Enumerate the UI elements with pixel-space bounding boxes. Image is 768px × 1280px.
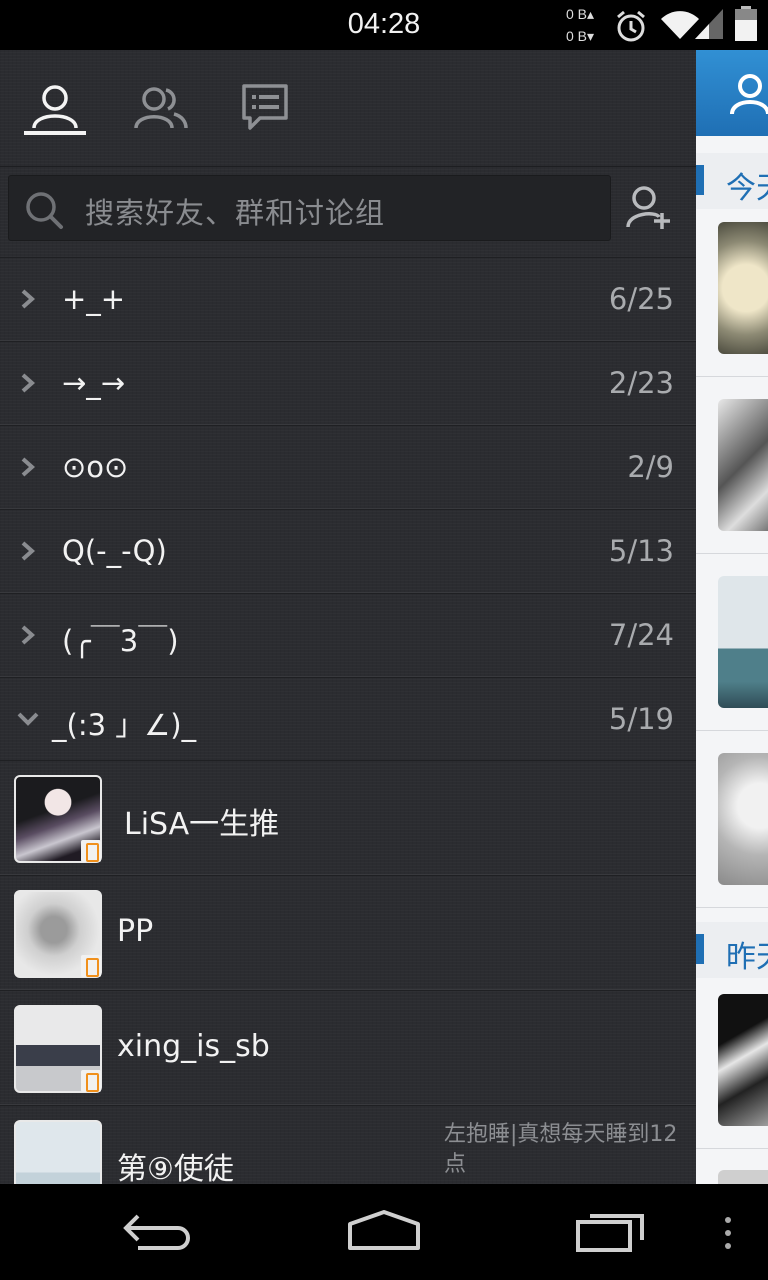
chevron-right-icon bbox=[21, 457, 36, 477]
section-label: 今天 bbox=[726, 171, 768, 206]
contact-row[interactable]: 第⑨使徒 左抱睡|真想每天睡到12点 bbox=[0, 1105, 696, 1184]
contact-row[interactable]: LiSA一生推 bbox=[0, 760, 696, 875]
group-row[interactable]: ⊙o⊙ 2/9 bbox=[0, 425, 696, 509]
mobile-device-icon bbox=[81, 1070, 101, 1092]
group-row-expanded[interactable]: _(:3 」∠)_ 5/19 bbox=[0, 677, 696, 761]
search-input[interactable]: 搜索好友、群和讨论组 bbox=[8, 175, 611, 241]
contact-name: 第⑨使徒 bbox=[117, 1152, 234, 1184]
overflow-menu-icon[interactable] bbox=[720, 1216, 736, 1252]
group-name: ⊙o⊙ bbox=[62, 450, 129, 484]
tab-discussions[interactable] bbox=[234, 82, 296, 134]
person-icon bbox=[32, 85, 78, 129]
add-friend-icon[interactable] bbox=[626, 185, 674, 231]
status-time: 04:28 bbox=[347, 8, 421, 40]
home-icon[interactable] bbox=[346, 1208, 422, 1254]
chevron-right-icon bbox=[21, 541, 36, 561]
avatar bbox=[14, 1120, 102, 1184]
search-placeholder: 搜索好友、群和讨论组 bbox=[85, 196, 386, 230]
group-count: 5/13 bbox=[608, 534, 674, 568]
alarm-icon bbox=[617, 10, 645, 42]
section-today: 今天 bbox=[696, 153, 768, 209]
chevron-right-icon bbox=[21, 289, 36, 309]
group-row[interactable]: →_→ 2/23 bbox=[0, 341, 696, 425]
section-label: 昨天 bbox=[726, 940, 768, 975]
feed-thumbnail[interactable] bbox=[718, 1170, 768, 1184]
feed-thumbnail[interactable] bbox=[718, 994, 768, 1126]
status-bar: 0 B▴ 0 B▾ 04:28 bbox=[0, 0, 768, 50]
feed-thumbnail[interactable] bbox=[718, 576, 768, 708]
contact-status: 左抱睡|真想每天睡到12点 bbox=[444, 1122, 678, 1177]
peek-header bbox=[696, 50, 768, 136]
contact-name: xing_is_sb bbox=[117, 1029, 270, 1064]
contacts-drawer: 搜索好友、群和讨论组 +_+ 6/25 →_→ 2/23 ⊙o⊙ 2/9 Q(-… bbox=[0, 50, 696, 1184]
feed-thumbnail[interactable] bbox=[718, 222, 768, 354]
contact-name: PP bbox=[117, 914, 154, 949]
signal-icon bbox=[695, 9, 723, 39]
group-count: 7/24 bbox=[608, 618, 674, 652]
tab-groups[interactable] bbox=[130, 82, 192, 134]
feed-thumbnail[interactable] bbox=[718, 399, 768, 531]
system-nav-bar bbox=[0, 1184, 768, 1280]
people-icon bbox=[134, 87, 188, 129]
group-name: +_+ bbox=[62, 282, 126, 316]
group-count: 2/23 bbox=[608, 366, 674, 400]
contact-row[interactable]: PP bbox=[0, 875, 696, 990]
search-icon bbox=[26, 192, 63, 229]
chat-list-icon bbox=[242, 84, 288, 130]
back-icon[interactable] bbox=[122, 1208, 196, 1254]
group-name: →_→ bbox=[62, 366, 126, 400]
main-content-peek[interactable]: 今天 昨天 bbox=[696, 50, 768, 1184]
chevron-right-icon bbox=[21, 373, 36, 393]
battery-icon bbox=[735, 6, 757, 41]
person-icon bbox=[730, 74, 768, 115]
contact-row[interactable]: xing_is_sb bbox=[0, 990, 696, 1105]
tab-bar bbox=[0, 50, 696, 167]
search-row: 搜索好友、群和讨论组 bbox=[0, 167, 696, 249]
group-row[interactable]: (╭￣3￣) 7/24 bbox=[0, 593, 696, 677]
chevron-right-icon bbox=[21, 625, 36, 645]
group-row[interactable]: +_+ 6/25 bbox=[0, 257, 696, 341]
group-name: Q(-_-Q) bbox=[62, 534, 167, 568]
contact-name: LiSA一生推 bbox=[124, 807, 280, 842]
group-count: 5/19 bbox=[608, 702, 674, 736]
feed-thumbnail[interactable] bbox=[718, 753, 768, 885]
mobile-device-icon bbox=[81, 840, 101, 862]
group-name: _(:3 」∠)_ bbox=[52, 708, 197, 742]
recent-apps-icon[interactable] bbox=[574, 1208, 648, 1254]
group-name: (╭￣3￣) bbox=[62, 624, 179, 658]
group-count: 2/9 bbox=[627, 450, 674, 484]
group-count: 6/25 bbox=[608, 282, 674, 316]
mobile-device-icon bbox=[81, 955, 101, 977]
active-tab-indicator bbox=[24, 131, 86, 135]
chevron-down-icon bbox=[17, 712, 39, 726]
tab-contacts[interactable] bbox=[24, 82, 86, 134]
group-row[interactable]: Q(-_-Q) 5/13 bbox=[0, 509, 696, 593]
section-yesterday: 昨天 bbox=[696, 922, 768, 978]
